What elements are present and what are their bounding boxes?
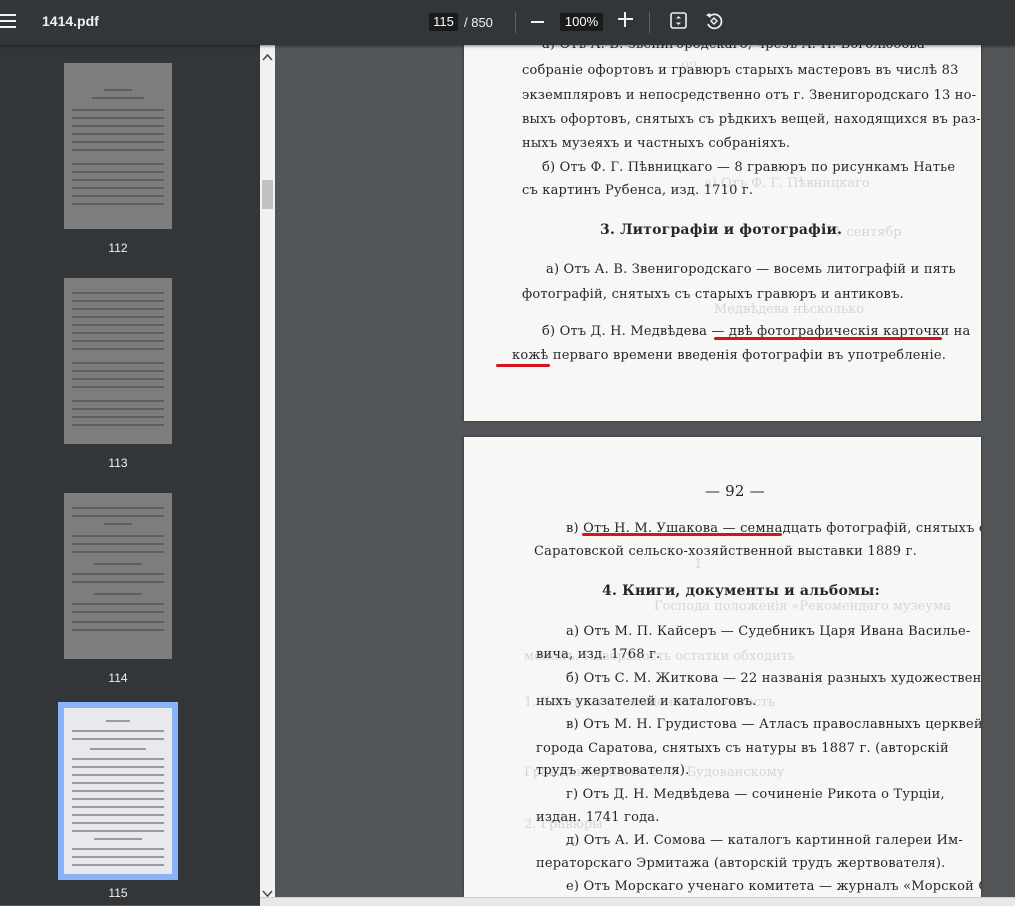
page-number-input[interactable] bbox=[429, 13, 458, 31]
text-line: экземпляровъ и непосредственно отъ г. Зв… bbox=[522, 88, 977, 103]
pdf-page-114: — 92 — а) Отъ Ф. Г. Пѣвницкаго 1 сентябр… bbox=[464, 0, 981, 421]
pdf-page-115: 1 Господа положенія «Рекомендаго музеума… bbox=[464, 437, 981, 897]
text-line: а) Отъ А. В. Звенигородскаго — восемь ли… bbox=[546, 262, 956, 277]
red-underline-annotation bbox=[496, 364, 550, 367]
sidebar-scrollbar[interactable] bbox=[260, 45, 275, 905]
red-underline-annotation bbox=[582, 533, 782, 536]
text-line: выхъ офортовъ, снятыхъ съ рѣдкихъ вещей,… bbox=[522, 112, 981, 127]
section-heading: 3. Литографіи и фотографіи. bbox=[600, 222, 843, 238]
text-line: кожѣ перваго времени введенія фотографіи… bbox=[512, 348, 947, 363]
text-line: ныхъ указателей и каталоговъ. bbox=[536, 694, 757, 709]
thumbnail-label: 112 bbox=[108, 241, 128, 255]
text-line: б) Отъ Ф. Г. Пѣвницкаго — 8 гравюръ по р… bbox=[542, 160, 956, 175]
text-line: в) Отъ М. Н. Грудистова — Атласъ правосл… bbox=[566, 717, 981, 732]
thumbnail-page-114[interactable] bbox=[64, 493, 172, 659]
thumbnail-sidebar: 112 113 114 115 bbox=[0, 45, 260, 905]
text-line: трудъ жертвователя). bbox=[536, 763, 690, 778]
text-line: фотографій, снятыхъ съ старыхъ гравюръ и… bbox=[522, 287, 904, 302]
fit-page-icon[interactable] bbox=[670, 12, 687, 29]
scrollbar-thumb[interactable] bbox=[262, 180, 273, 209]
text-line: ныхъ музеяхъ и частныхъ собраніяхъ. bbox=[522, 136, 791, 151]
zoom-input[interactable] bbox=[560, 13, 603, 31]
zoom-in-icon[interactable] bbox=[618, 12, 633, 27]
text-line: а) Отъ М. П. Кайсеръ — Судебникъ Царя Ив… bbox=[566, 624, 971, 639]
thumbnail-label: 115 bbox=[108, 886, 128, 900]
text-line: д) Отъ А. И. Сомова — каталогъ картинной… bbox=[566, 833, 963, 848]
toolbar-divider bbox=[649, 12, 650, 33]
chevron-down-icon[interactable] bbox=[262, 885, 273, 898]
rotate-icon[interactable] bbox=[704, 11, 724, 31]
text-line: города Саратова, снятыхъ съ натуры въ 18… bbox=[536, 741, 949, 756]
text-line: собраніе офортовъ и гравюръ старыхъ маст… bbox=[522, 63, 959, 78]
text-line: ператорскаго Эрмитажа (авторскій трудъ ж… bbox=[536, 856, 946, 871]
thumbnail-page-113[interactable] bbox=[64, 278, 172, 444]
page-total: / 850 bbox=[464, 15, 493, 30]
text-line: издан. 1741 года. bbox=[536, 810, 660, 825]
thumbnail-label: 114 bbox=[108, 671, 128, 685]
thumbnail-label: 113 bbox=[108, 456, 128, 470]
text-line: е) Отъ Морскаго ученаго комитета — журна… bbox=[566, 879, 981, 894]
page-number-heading: — 92 — bbox=[705, 482, 765, 500]
document-title: 1414.pdf bbox=[42, 13, 99, 29]
chevron-up-icon[interactable] bbox=[262, 50, 273, 61]
text-line: г) Отъ Д. Н. Медвѣдева — сочиненіе Рикот… bbox=[566, 787, 945, 802]
menu-icon[interactable] bbox=[0, 11, 20, 33]
toolbar: 1414.pdf / 850 bbox=[0, 0, 1015, 45]
text-line: б) Отъ С. М. Житкова — 22 названія разны… bbox=[566, 671, 981, 686]
text-line: съ картинъ Рубенса, изд. 1710 г. bbox=[522, 183, 754, 198]
section-heading: 4. Книги, документы и альбомы: bbox=[602, 583, 880, 599]
text-line: Саратовской сельско-хозяйственной выстав… bbox=[534, 544, 917, 559]
red-underline-annotation bbox=[714, 337, 942, 340]
thumbnail-page-115[interactable] bbox=[64, 708, 172, 874]
text-line: вича, изд. 1768 г. bbox=[536, 647, 661, 662]
zoom-out-icon[interactable] bbox=[531, 21, 544, 23]
thumbnail-page-112[interactable] bbox=[64, 63, 172, 229]
toolbar-divider bbox=[515, 12, 516, 33]
